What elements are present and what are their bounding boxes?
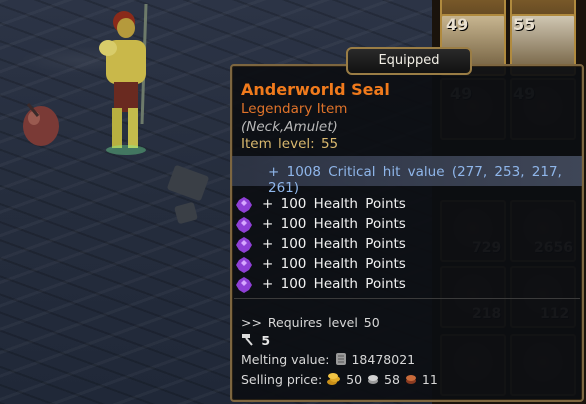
melting-value: 18478021 bbox=[351, 352, 416, 367]
selling-gold: 50 bbox=[346, 372, 363, 387]
tooltip-divider bbox=[234, 298, 580, 299]
hammer-icon bbox=[242, 334, 253, 346]
selling-copper: 11 bbox=[421, 372, 438, 387]
gold-coin-icon bbox=[327, 373, 341, 385]
enemy-creature[interactable] bbox=[18, 96, 64, 152]
selling-row: Selling price: 50 58 11 bbox=[241, 372, 438, 387]
critical-hit-stat: + 1008 Critical hit value (277, 253, 217… bbox=[268, 164, 562, 196]
socket-count: 5 bbox=[261, 333, 271, 348]
bonus-text: + 100 Health Points bbox=[262, 276, 406, 292]
socket-count-row: 5 bbox=[241, 333, 270, 348]
silver-coin-icon bbox=[368, 375, 379, 384]
copper-coin-icon bbox=[405, 375, 416, 384]
slot-level: 49 bbox=[446, 15, 469, 34]
player-character[interactable] bbox=[98, 4, 158, 156]
item-rarity: Legendary Item bbox=[241, 101, 348, 117]
bonus-text: + 100 Health Points bbox=[262, 256, 406, 272]
item-name: Anderworld Seal bbox=[241, 80, 390, 99]
purple-gem-icon bbox=[236, 237, 252, 253]
purple-gem-icon bbox=[236, 197, 252, 213]
item-slot-type: (Neck,Amulet) bbox=[241, 119, 338, 135]
bonus-text: + 100 Health Points bbox=[262, 236, 406, 252]
selling-label: Selling price: bbox=[241, 372, 323, 387]
melting-row: Melting value: 18478021 bbox=[241, 352, 415, 367]
level-requirement: >> Requires level 50 bbox=[241, 315, 380, 330]
purple-gem-icon bbox=[236, 257, 252, 273]
bonus-text: + 100 Health Points bbox=[262, 196, 406, 212]
slot-level: 55 bbox=[513, 15, 536, 34]
equipped-tab: Equipped bbox=[346, 47, 472, 75]
item-level: Item level: 55 bbox=[241, 136, 339, 152]
bonus-text: + 100 Health Points bbox=[262, 216, 406, 232]
scroll-icon bbox=[335, 353, 346, 365]
melting-label: Melting value: bbox=[241, 352, 330, 367]
purple-gem-icon bbox=[236, 277, 252, 293]
purple-gem-icon bbox=[236, 217, 252, 233]
selling-silver: 58 bbox=[384, 372, 400, 387]
